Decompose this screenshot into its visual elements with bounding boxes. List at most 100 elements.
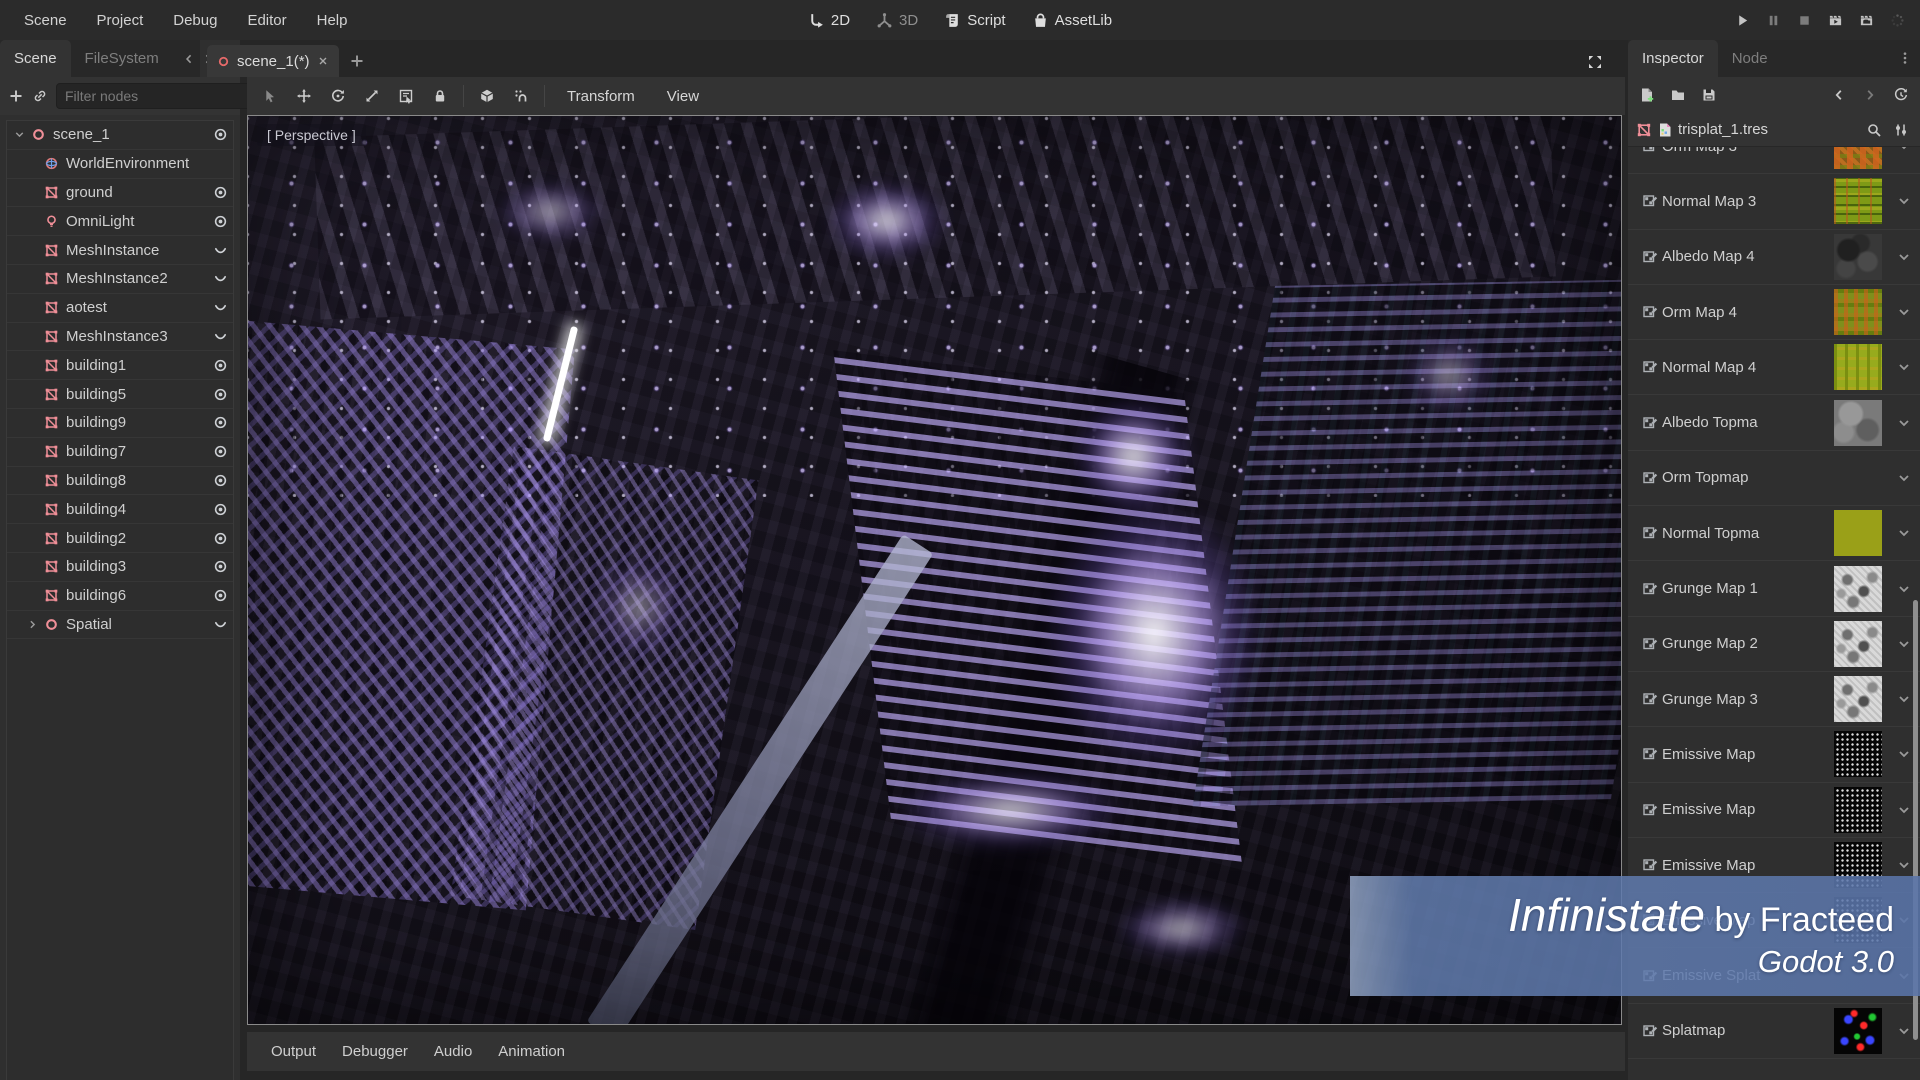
- distraction-free-icon[interactable]: [1587, 53, 1603, 71]
- property-row-splatmap[interactable]: Splatmap: [1628, 1004, 1920, 1059]
- visibility-eye-icon[interactable]: [207, 415, 233, 430]
- dock-tab-filesystem[interactable]: FileSystem: [71, 40, 173, 77]
- property-row-albedo-topma[interactable]: Albedo Topma: [1628, 395, 1920, 450]
- history-back-button[interactable]: [1828, 84, 1850, 106]
- new-tab-button[interactable]: [349, 45, 365, 77]
- tree-row-building1[interactable]: building1: [7, 351, 233, 380]
- transform-menu[interactable]: Transform: [557, 88, 645, 105]
- scene-tab[interactable]: scene_1(*): [207, 45, 339, 77]
- chevron-down-icon[interactable]: [1894, 746, 1914, 762]
- stop-button[interactable]: [1793, 9, 1815, 31]
- visibility-hidden-icon[interactable]: [207, 329, 233, 344]
- view-menu[interactable]: View: [657, 88, 709, 105]
- play-scene-button[interactable]: [1824, 9, 1846, 31]
- chevron-down-icon[interactable]: [1894, 691, 1914, 707]
- menu-debug[interactable]: Debug: [165, 8, 225, 33]
- visibility-eye-icon[interactable]: [207, 559, 233, 574]
- chevron-down-icon[interactable]: [1894, 359, 1914, 375]
- tree-row-meshinstance3[interactable]: MeshInstance3: [7, 323, 233, 352]
- bottom-tab-output[interactable]: Output: [261, 1039, 326, 1064]
- workspace-3d[interactable]: 3D: [876, 11, 918, 29]
- property-row-grunge-map-1[interactable]: Grunge Map 1: [1628, 561, 1920, 616]
- expand-open-icon[interactable]: [13, 127, 31, 143]
- visibility-eye-icon[interactable]: [207, 387, 233, 402]
- play-custom-scene-button[interactable]: [1855, 9, 1877, 31]
- tree-row-worldenvironment[interactable]: WorldEnvironment: [7, 150, 233, 179]
- dock-prev-icon[interactable]: [182, 52, 196, 66]
- texture-thumbnail[interactable]: [1834, 731, 1882, 777]
- visibility-eye-icon[interactable]: [207, 502, 233, 517]
- chevron-down-icon[interactable]: [1894, 304, 1914, 320]
- texture-thumbnail[interactable]: [1834, 621, 1882, 667]
- texture-thumbnail[interactable]: [1834, 787, 1882, 833]
- property-row-normal-topma[interactable]: Normal Topma: [1628, 506, 1920, 561]
- menu-project[interactable]: Project: [89, 8, 152, 33]
- rotate-tool-button[interactable]: [327, 85, 349, 107]
- tab-close-icon[interactable]: [317, 52, 329, 70]
- texture-thumbnail[interactable]: [1834, 178, 1882, 224]
- add-node-button[interactable]: [8, 85, 24, 107]
- object-tools-icon[interactable]: [1890, 119, 1912, 141]
- menu-editor[interactable]: Editor: [239, 8, 294, 33]
- property-row-emissive-map[interactable]: Emissive Map: [1628, 727, 1920, 782]
- tree-row-building7[interactable]: building7: [7, 438, 233, 467]
- tree-row-aotest[interactable]: aotest: [7, 294, 233, 323]
- property-row-emissive-map[interactable]: Emissive Map: [1628, 783, 1920, 838]
- texture-thumbnail[interactable]: [1834, 234, 1882, 280]
- workspace-script[interactable]: Script: [944, 11, 1005, 29]
- tree-row-spatial[interactable]: Spatial: [7, 611, 233, 640]
- chevron-down-icon[interactable]: [1894, 193, 1914, 209]
- chevron-down-icon[interactable]: [1894, 857, 1914, 873]
- texture-thumbnail[interactable]: [1834, 510, 1882, 556]
- tree-row-building4[interactable]: building4: [7, 495, 233, 524]
- tree-row-meshinstance[interactable]: MeshInstance: [7, 236, 233, 265]
- instance-scene-button[interactable]: [32, 85, 48, 107]
- play-button[interactable]: [1731, 9, 1753, 31]
- load-resource-button[interactable]: [1667, 84, 1689, 106]
- chevron-down-icon[interactable]: [1894, 1023, 1914, 1039]
- select-tool-button[interactable]: [259, 85, 281, 107]
- pause-button[interactable]: [1762, 9, 1784, 31]
- texture-thumbnail[interactable]: [1834, 147, 1882, 169]
- menu-help[interactable]: Help: [309, 8, 356, 33]
- property-row-grunge-map-2[interactable]: Grunge Map 2: [1628, 617, 1920, 672]
- chevron-down-icon[interactable]: [1894, 525, 1914, 541]
- tree-row-ground[interactable]: ground: [7, 179, 233, 208]
- visibility-eye-icon[interactable]: [207, 473, 233, 488]
- tree-row-omnilight[interactable]: OmniLight: [7, 207, 233, 236]
- inspector-tab-node[interactable]: Node: [1718, 40, 1782, 77]
- chevron-down-icon[interactable]: [1894, 470, 1914, 486]
- filter-nodes-input[interactable]: [65, 88, 246, 104]
- visibility-eye-icon[interactable]: [207, 358, 233, 373]
- move-tool-button[interactable]: [293, 85, 315, 107]
- edited-resource-row[interactable]: trisplat_1.tres: [1628, 113, 1920, 147]
- visibility-eye-icon[interactable]: [207, 531, 233, 546]
- history-forward-button[interactable]: [1859, 84, 1881, 106]
- perspective-menu[interactable]: [ Perspective ]: [257, 124, 366, 146]
- texture-thumbnail[interactable]: [1834, 676, 1882, 722]
- menu-scene[interactable]: Scene: [16, 8, 75, 33]
- texture-thumbnail[interactable]: [1834, 566, 1882, 612]
- search-properties-icon[interactable]: [1863, 119, 1885, 141]
- chevron-down-icon[interactable]: [1894, 636, 1914, 652]
- visibility-eye-icon[interactable]: [207, 214, 233, 229]
- property-row-orm-map-3[interactable]: Orm Map 3: [1628, 147, 1920, 174]
- scene-tree[interactable]: scene_1WorldEnvironmentgroundOmniLightMe…: [6, 120, 234, 1080]
- texture-thumbnail[interactable]: [1834, 1008, 1882, 1054]
- bottom-tab-audio[interactable]: Audio: [424, 1039, 482, 1064]
- dock-tab-scene[interactable]: Scene: [0, 40, 71, 77]
- scale-tool-button[interactable]: [361, 85, 383, 107]
- workspace-2d[interactable]: 2D: [808, 11, 850, 29]
- bottom-tab-animation[interactable]: Animation: [488, 1039, 575, 1064]
- inspector-menu-icon[interactable]: [1898, 49, 1912, 67]
- visibility-eye-icon[interactable]: [207, 588, 233, 603]
- property-row-normal-map-3[interactable]: Normal Map 3: [1628, 174, 1920, 229]
- history-button[interactable]: [1890, 84, 1912, 106]
- tree-row-building6[interactable]: building6: [7, 582, 233, 611]
- property-row-grunge-map-3[interactable]: Grunge Map 3: [1628, 672, 1920, 727]
- texture-thumbnail[interactable]: [1834, 289, 1882, 335]
- list-select-button[interactable]: [395, 85, 417, 107]
- visibility-hidden-icon[interactable]: [207, 300, 233, 315]
- visibility-eye-icon[interactable]: [207, 127, 233, 142]
- property-row-orm-topmap[interactable]: Orm Topmap: [1628, 451, 1920, 506]
